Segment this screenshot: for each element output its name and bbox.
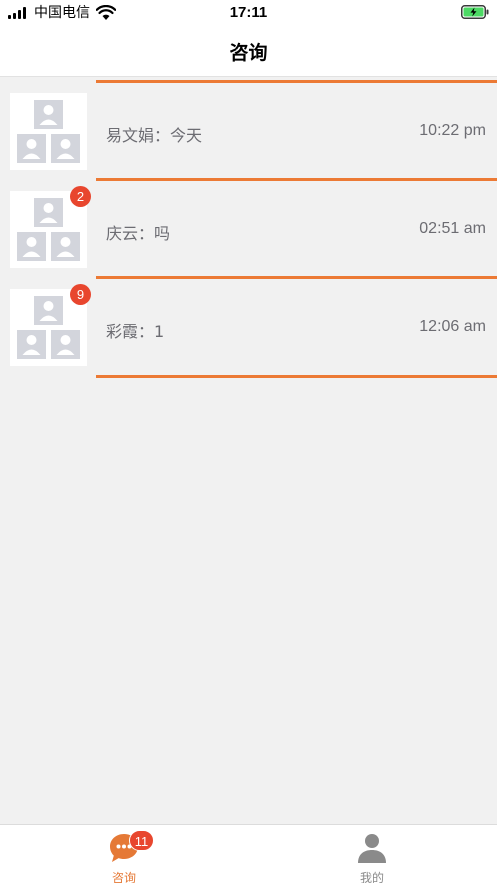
row-divider bbox=[96, 80, 497, 83]
conversation-message: 易文娟：今天 bbox=[106, 126, 203, 145]
conversation-time: 02:51 am bbox=[419, 220, 486, 237]
conversation-row[interactable]: 易文娟：今天 10:22 pm bbox=[0, 77, 497, 175]
tab-mine[interactable]: 我的 bbox=[248, 825, 496, 883]
tab-bar: 11 咨询 我的 bbox=[0, 824, 497, 883]
unread-badge: 2 bbox=[70, 186, 91, 207]
status-bar: 中国电信 17:11 bbox=[0, 0, 497, 26]
unread-badge: 9 bbox=[70, 284, 91, 305]
group-avatar-icon bbox=[17, 198, 80, 261]
tab-mine-label: 我的 bbox=[359, 871, 384, 883]
row-divider bbox=[96, 178, 497, 181]
group-avatar-icon bbox=[17, 100, 80, 163]
row-divider bbox=[96, 276, 497, 279]
person-icon bbox=[358, 834, 386, 863]
avatar bbox=[10, 93, 87, 170]
tab-consult-label: 咨询 bbox=[111, 871, 136, 883]
row-divider bbox=[96, 375, 497, 378]
conversation-message: 庆云：吗 bbox=[106, 224, 171, 243]
conversation-row[interactable]: 9 彩霞：1 12:06 am bbox=[0, 273, 497, 371]
conversation-time: 10:22 pm bbox=[419, 122, 486, 139]
conversation-time: 12:06 am bbox=[419, 318, 486, 335]
tab-consult[interactable]: 11 咨询 bbox=[0, 825, 248, 883]
tab-unread-badge: 11 bbox=[129, 830, 154, 851]
conversation-message: 彩霞：1 bbox=[106, 322, 165, 341]
battery-charging-icon bbox=[461, 5, 489, 19]
nav-bar: 咨询 bbox=[0, 26, 497, 77]
status-time: 17:11 bbox=[229, 4, 268, 21]
conversation-row[interactable]: 2 庆云：吗 02:51 am bbox=[0, 175, 497, 273]
page-title: 咨询 bbox=[229, 42, 268, 64]
conversation-list: 易文娟：今天 10:22 pm 2 庆云：吗 02:51 am 9 彩霞：1 1… bbox=[0, 77, 497, 378]
group-avatar-icon bbox=[17, 296, 80, 359]
